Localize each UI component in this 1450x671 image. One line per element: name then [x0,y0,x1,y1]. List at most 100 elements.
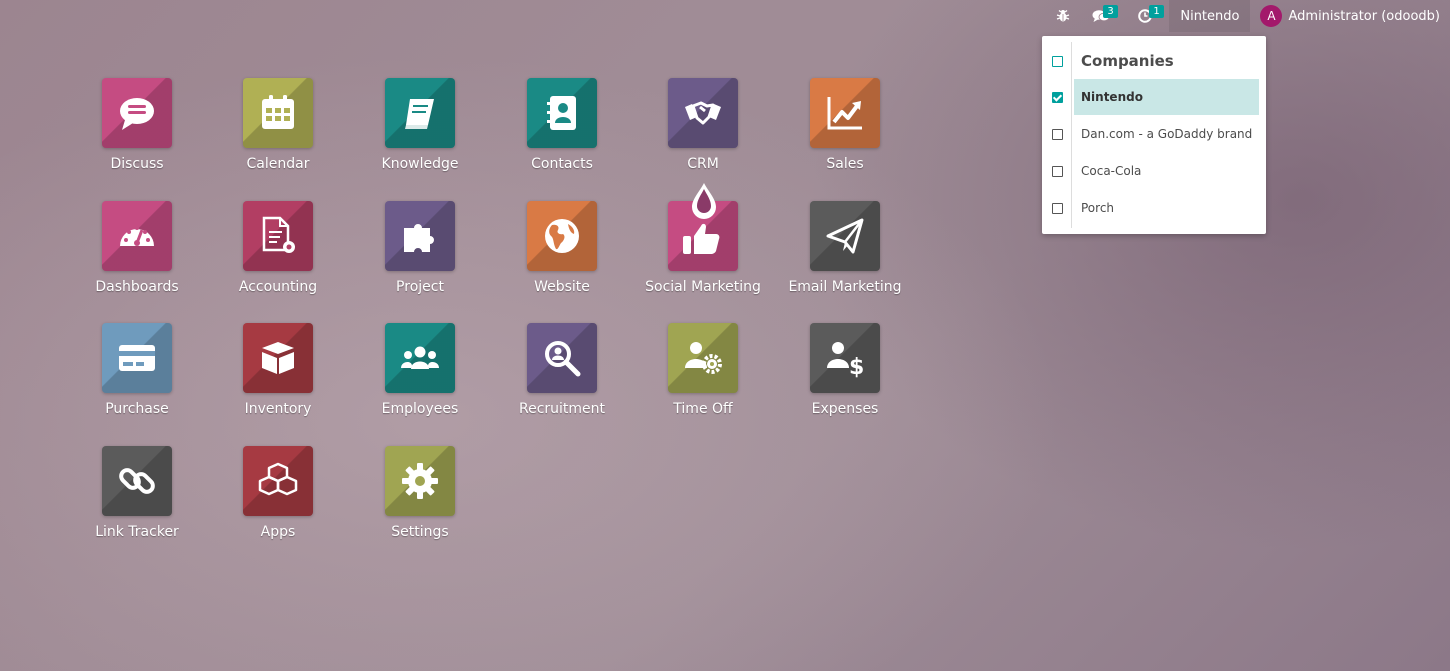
top-navbar: 3 1 Nintendo A Administrator (odoodb) [0,0,1450,32]
book-icon [405,99,434,129]
company-item-porch[interactable]: Porch [1042,190,1266,226]
trend-chart-icon [827,97,862,130]
messaging-menu[interactable]: 3 [1081,0,1121,32]
app-label: Purchase [105,401,169,417]
app-tile: $ [810,323,880,393]
app-tile [527,201,597,271]
company-checkbox[interactable] [1052,129,1063,140]
company-label[interactable]: Porch [1081,201,1114,215]
app-sales[interactable]: Sales [775,78,915,188]
paper-plane-icon [826,218,864,254]
app-website[interactable]: Website [492,201,632,311]
activity-menu[interactable]: 1 [1127,0,1164,32]
app-label: Website [534,279,590,295]
debug-menu[interactable] [1045,0,1081,32]
puzzle-icon [404,224,434,252]
app-label: Settings [391,524,449,540]
company-switcher[interactable]: Nintendo [1169,0,1251,32]
chat-bubble-icon [120,98,154,130]
address-book-icon [547,96,576,130]
company-item-dan-com[interactable]: Dan.com - a GoDaddy brand [1042,116,1266,152]
navbar-systray: 3 1 Nintendo A Administrator (odoodb) [1045,0,1450,32]
app-tile [243,78,313,148]
select-all-companies-checkbox[interactable] [1052,56,1063,67]
app-tile [102,446,172,516]
app-label: Project [396,279,444,295]
app-inventory[interactable]: Inventory [208,323,348,433]
app-label: Recruitment [518,401,606,417]
company-switcher-dropdown: Companies Nintendo Dan.com - a GoDaddy b… [1042,36,1266,234]
app-accounting[interactable]: Accounting [208,201,348,311]
app-label: CRM [687,156,719,172]
bug-icon [1056,9,1070,23]
app-tile [527,323,597,393]
cubes-icon [258,462,298,496]
app-label: Contacts [531,156,593,172]
app-label: Knowledge [381,156,459,172]
app-purchase[interactable]: Purchase [67,323,207,433]
app-knowledge[interactable]: Knowledge [350,78,490,188]
credit-card-icon [119,345,155,371]
document-gear-icon [262,216,295,253]
app-tile [668,78,738,148]
messaging-counter-badge: 3 [1103,5,1118,18]
company-label[interactable]: Coca-Cola [1081,164,1141,178]
app-tile [102,78,172,148]
app-label: Accounting [238,279,318,295]
gear-icon [402,463,438,499]
company-checkbox[interactable] [1052,92,1063,103]
app-crm[interactable]: CRM [633,78,773,188]
globe-icon [545,219,579,253]
company-checkbox[interactable] [1052,203,1063,214]
app-apps[interactable]: Apps [208,446,348,556]
app-calendar[interactable]: Calendar [208,78,348,188]
app-settings[interactable]: Settings [350,446,490,556]
company-label[interactable]: Dan.com - a GoDaddy brand [1081,127,1252,141]
app-tile [385,446,455,516]
app-label: Inventory [244,401,312,417]
app-label: Expenses [811,401,879,417]
app-employees[interactable]: Employees [350,323,490,433]
app-tile [810,201,880,271]
app-time-off[interactable]: Time Off [633,323,773,433]
chain-link-icon [119,468,155,494]
app-tile [668,323,738,393]
avatar: A [1260,5,1283,27]
app-tile [243,446,313,516]
handshake-icon [685,101,721,125]
app-label: Sales [826,156,864,172]
company-item-coca-cola[interactable]: Coca-Cola [1042,153,1266,189]
person-gear-icon [685,342,722,374]
app-email-marketing[interactable]: Email Marketing [775,201,915,311]
app-tile [102,323,172,393]
app-tile [385,201,455,271]
app-expenses[interactable]: $ Expenses [775,323,915,433]
person-dollar-icon: $ [827,342,864,378]
app-tile [810,78,880,148]
app-dashboards[interactable]: Dashboards [67,201,207,311]
calendar-icon [262,95,294,129]
app-label: Dashboards [95,279,179,295]
user-menu[interactable]: A Administrator (odoodb) [1250,0,1450,32]
app-label: Time Off [673,401,733,417]
app-label: Apps [260,524,296,540]
current-company-label: Nintendo [1180,8,1240,24]
app-label: Social Marketing [645,279,761,295]
user-name: Administrator (odoodb) [1288,8,1440,24]
svg-text:$: $ [849,355,864,378]
app-tile [385,78,455,148]
app-recruitment[interactable]: Recruitment [492,323,632,433]
company-item-nintendo[interactable]: Nintendo [1042,79,1266,115]
people-icon [401,346,439,369]
app-tile [527,78,597,148]
app-link-tracker[interactable]: Link Tracker [67,446,207,556]
company-label[interactable]: Nintendo [1081,90,1143,104]
app-label: Calendar [246,156,310,172]
company-checkbox[interactable] [1052,166,1063,177]
app-contacts[interactable]: Contacts [492,78,632,188]
app-project[interactable]: Project [350,201,490,311]
open-box-icon [262,342,294,374]
app-discuss[interactable]: Discuss [67,78,207,188]
magnifier-icon [545,341,581,377]
activity-counter-badge: 1 [1149,5,1164,18]
